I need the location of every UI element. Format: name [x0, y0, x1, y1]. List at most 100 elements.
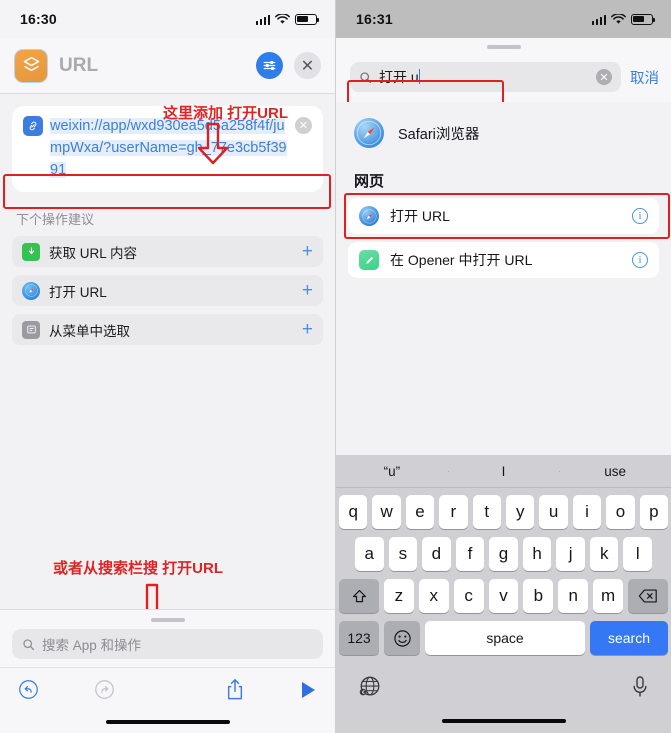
close-x-icon[interactable]: ✕	[294, 52, 321, 79]
key-d[interactable]: d	[422, 537, 451, 571]
editor-toolbar	[0, 667, 335, 711]
url-value[interactable]: weixin://app/wxd930ea5d5a258f4f/jumpWxa/…	[50, 115, 288, 181]
key-j[interactable]: j	[556, 537, 585, 571]
space-key[interactable]: space	[425, 621, 585, 655]
annotation-text-search-bar: 或者从搜索栏搜 打开URL	[53, 560, 223, 577]
key-w[interactable]: w	[372, 495, 401, 529]
key-s[interactable]: s	[388, 537, 418, 571]
redo-icon	[95, 680, 114, 699]
key-p[interactable]: p	[639, 495, 669, 529]
key-t[interactable]: t	[472, 495, 501, 529]
page-title: URL	[59, 54, 99, 76]
right-status-bar: 16:31	[336, 0, 671, 38]
suggested-actions-list: 获取 URL 内容 + 打开 URL + 从菜单中选取 +	[12, 236, 323, 345]
emoji-smiley-icon[interactable]	[384, 621, 420, 655]
plus-icon[interactable]: +	[302, 281, 313, 300]
search-value: 打开 u	[379, 69, 419, 85]
key-e[interactable]: e	[405, 495, 435, 529]
sheet-grabber[interactable]	[150, 618, 185, 622]
shortcut-header: URL ✕	[0, 38, 335, 94]
key-a[interactable]: a	[354, 537, 384, 571]
key-r[interactable]: r	[439, 495, 468, 529]
down-arrow-icon	[197, 122, 229, 165]
wifi-icon	[611, 13, 626, 24]
play-icon[interactable]	[300, 680, 317, 700]
left-scroll-area: weixin://app/wxd930ea5d5a258f4f/jumpWxa/…	[0, 94, 335, 609]
result-row-open-url[interactable]: 打开 URL i	[348, 198, 659, 234]
home-indicator	[0, 711, 335, 733]
plus-icon[interactable]: +	[302, 242, 313, 261]
numbers-key[interactable]: 123	[339, 621, 379, 655]
action-label: 从菜单中选取	[49, 323, 130, 339]
share-icon[interactable]	[225, 678, 245, 701]
suggested-action-get-url-contents[interactable]: 获取 URL 内容 +	[12, 236, 323, 267]
status-indicators	[255, 13, 319, 25]
globe-icon[interactable]	[358, 675, 382, 699]
key-v[interactable]: v	[488, 579, 519, 613]
key-m[interactable]: m	[593, 579, 624, 613]
suggestion-2[interactable]: use	[559, 464, 671, 479]
keyboard-row-1: q w e r t y u i o p	[338, 495, 669, 529]
suggestion-1[interactable]: I	[447, 464, 560, 479]
result-label: 打开 URL	[390, 208, 450, 224]
cancel-button[interactable]: 取消	[630, 67, 659, 88]
key-b[interactable]: b	[523, 579, 554, 613]
sheet-grabber[interactable]	[486, 45, 521, 49]
cellular-bars-icon	[255, 14, 270, 25]
clear-circle-icon[interactable]: ✕	[295, 117, 312, 134]
key-c[interactable]: c	[453, 579, 484, 613]
search-return-key[interactable]: search	[590, 621, 668, 655]
onscreen-keyboard: “u” I use q w e r t y u i o p a s d f g …	[336, 455, 671, 733]
menu-list-icon	[22, 320, 40, 339]
results-group-title: 网页	[354, 173, 385, 190]
suggestion-0[interactable]: “u”	[336, 464, 448, 479]
url-card-row: weixin://app/wxd930ea5d5a258f4f/jumpWxa/…	[23, 115, 312, 181]
info-icon[interactable]: i	[632, 252, 648, 268]
left-status-bar: 16:30	[0, 0, 335, 38]
app-name: Safari浏览器	[398, 126, 480, 143]
microphone-icon[interactable]	[631, 675, 649, 699]
search-results: Safari浏览器 网页 打开 URL i 在 Opener 中打开 URL i	[336, 102, 671, 455]
key-x[interactable]: x	[418, 579, 449, 613]
status-time: 16:31	[356, 11, 393, 27]
suggested-action-open-url[interactable]: 打开 URL +	[12, 275, 323, 306]
suggested-action-choose-from-menu[interactable]: 从菜单中选取 +	[12, 314, 323, 345]
key-n[interactable]: n	[558, 579, 589, 613]
key-q[interactable]: q	[338, 495, 368, 529]
plus-icon[interactable]: +	[302, 320, 313, 339]
shift-arrow-icon[interactable]	[339, 579, 379, 613]
key-i[interactable]: i	[572, 495, 602, 529]
result-row-open-url-in-opener[interactable]: 在 Opener 中打开 URL i	[348, 242, 659, 278]
sliders-icon[interactable]	[256, 52, 283, 79]
key-z[interactable]: z	[384, 579, 414, 613]
key-h[interactable]: h	[522, 537, 552, 571]
cellular-bars-icon	[591, 14, 606, 25]
clear-circle-icon[interactable]: ✕	[596, 69, 612, 85]
key-y[interactable]: y	[506, 495, 535, 529]
safari-icon	[22, 281, 40, 300]
key-o[interactable]: o	[606, 495, 635, 529]
safari-icon	[359, 206, 379, 226]
action-label: 获取 URL 内容	[49, 245, 138, 261]
app-suggestion-safari[interactable]: Safari浏览器	[348, 102, 659, 154]
wifi-icon	[275, 13, 290, 24]
keyboard-suggestion-bar: “u” I use	[336, 455, 671, 488]
key-f[interactable]: f	[455, 537, 485, 571]
status-time: 16:30	[20, 11, 57, 27]
undo-icon[interactable]	[18, 679, 39, 700]
key-g[interactable]: g	[489, 537, 518, 571]
search-icon	[23, 638, 35, 650]
key-u[interactable]: u	[539, 495, 568, 529]
text-cursor	[418, 69, 421, 84]
key-k[interactable]: k	[589, 537, 619, 571]
search-input[interactable]: 打开 u ✕	[350, 62, 621, 92]
backspace-icon[interactable]	[628, 579, 669, 613]
opener-pencil-icon	[359, 250, 379, 270]
battery-icon	[631, 13, 655, 25]
search-input[interactable]: 搜索 App 和操作	[12, 629, 323, 659]
search-icon	[360, 71, 372, 83]
key-l[interactable]: l	[623, 537, 653, 571]
info-icon[interactable]: i	[632, 208, 648, 224]
search-value-wrapper: 打开 u	[379, 67, 589, 87]
download-url-icon	[22, 242, 40, 261]
